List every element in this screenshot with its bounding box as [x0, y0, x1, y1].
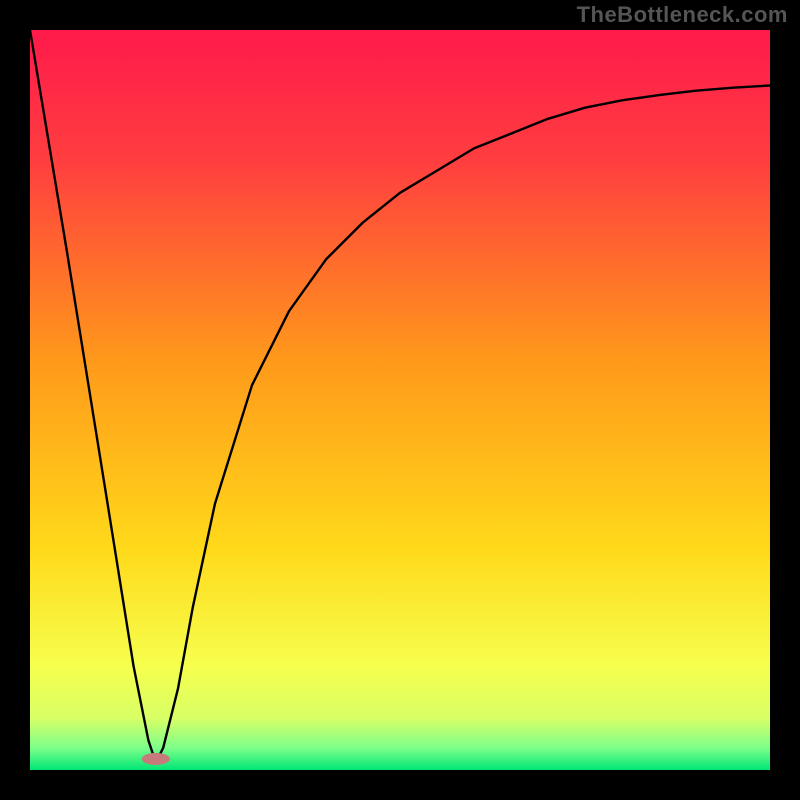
- chart-svg: [30, 30, 770, 770]
- chart-frame: TheBottleneck.com: [0, 0, 800, 800]
- watermark-text: TheBottleneck.com: [577, 2, 788, 28]
- optimal-marker: [142, 753, 170, 765]
- gradient-background: [30, 30, 770, 770]
- plot-area: [30, 30, 770, 770]
